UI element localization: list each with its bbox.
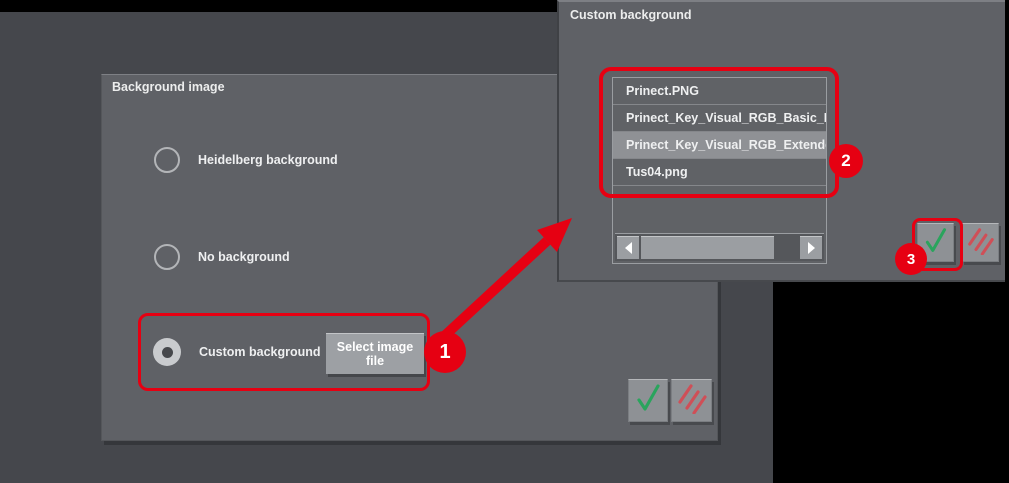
horizontal-scrollbar[interactable] <box>615 233 824 261</box>
radio-option-heidelberg-background[interactable]: Heidelberg background <box>154 145 338 175</box>
radio-unselected-icon[interactable] <box>154 147 180 173</box>
scrollbar-thumb[interactable] <box>641 236 774 259</box>
radio-selected-icon[interactable] <box>153 338 181 366</box>
check-icon <box>633 382 663 419</box>
file-list-item[interactable]: Prinect_Key_Visual_RGB_Basic_RZ.p <box>613 105 826 132</box>
ok-button[interactable] <box>917 223 954 262</box>
file-list-item[interactable]: Tus04.png <box>613 159 826 186</box>
dialog-title: Background image <box>112 80 225 94</box>
arrow-right-icon <box>808 242 815 254</box>
ok-button[interactable] <box>628 379 668 422</box>
scroll-right-button[interactable] <box>800 236 822 259</box>
dialog-title: Custom background <box>570 8 692 22</box>
radio-unselected-icon[interactable] <box>154 244 180 270</box>
file-list-item[interactable]: Prinect.PNG <box>613 78 826 105</box>
radio-option-custom-background[interactable]: Custom background <box>153 337 321 367</box>
radio-label: No background <box>198 250 290 264</box>
radio-option-no-background[interactable]: No background <box>154 242 290 272</box>
radio-label: Heidelberg background <box>198 153 338 167</box>
check-icon <box>922 226 949 260</box>
radio-dot <box>162 347 173 358</box>
scrollbar-track[interactable] <box>776 236 798 259</box>
cancel-button[interactable] <box>962 223 999 262</box>
arrow-left-icon <box>625 242 632 254</box>
radio-label: Custom background <box>199 345 321 359</box>
file-list-item-selected[interactable]: Prinect_Key_Visual_RGB_Extended_ <box>613 132 826 159</box>
custom-background-dialog: Custom background Prinect.PNG Prinect_Ke… <box>557 0 1005 282</box>
cancel-button[interactable] <box>671 379 712 422</box>
select-image-file-button[interactable]: Select image file <box>326 333 424 374</box>
scroll-left-button[interactable] <box>617 236 639 259</box>
triple-slash-cancel-icon <box>967 226 994 260</box>
triple-slash-cancel-icon <box>677 382 707 419</box>
image-file-list: Prinect.PNG Prinect_Key_Visual_RGB_Basic… <box>612 77 827 264</box>
